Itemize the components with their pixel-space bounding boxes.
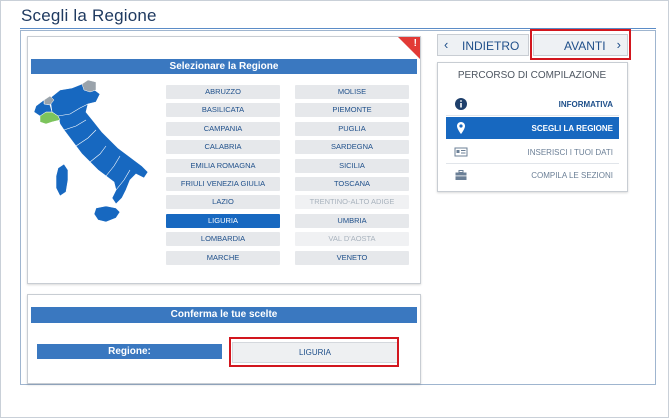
region-button-piemonte[interactable]: PIEMONTE bbox=[295, 103, 409, 118]
steps-title: PERCORSO DI COMPILAZIONE bbox=[457, 70, 607, 81]
map-region-sicilia bbox=[93, 205, 121, 223]
region-button-emilia-romagna[interactable]: EMILIA ROMAGNA bbox=[166, 158, 280, 173]
region-button-lazio[interactable]: LAZIO bbox=[166, 195, 280, 210]
step-compila-sezioni[interactable]: COMPILA LE SEZIONI bbox=[446, 164, 619, 186]
region-button-val-d-aosta: VAL D'AOSTA bbox=[295, 232, 409, 247]
region-button-umbria[interactable]: UMBRIA bbox=[295, 213, 409, 228]
map-pin-icon bbox=[457, 122, 465, 134]
region-panel-header: Selezionare la Regione bbox=[31, 59, 417, 74]
back-button[interactable]: ‹ INDIETRO bbox=[437, 34, 529, 56]
region-button-marche[interactable]: MARCHE bbox=[166, 250, 280, 265]
map-region-trentino bbox=[81, 79, 97, 93]
warning-icon: ! bbox=[413, 38, 417, 49]
briefcase-icon bbox=[455, 170, 467, 180]
region-label: Regione: bbox=[37, 344, 222, 359]
italy-map-svg bbox=[33, 79, 149, 223]
step-inserisci-dati[interactable]: INSERISCI I TUOI DATI bbox=[446, 141, 619, 163]
region-button-abruzzo[interactable]: ABRUZZO bbox=[166, 85, 280, 99]
step-label: INSERISCI I TUOI DATI bbox=[527, 148, 614, 157]
step-informativa[interactable]: INFORMATIVA bbox=[446, 93, 619, 115]
step-label: COMPILA LE SEZIONI bbox=[531, 171, 613, 180]
page-title: Scegli la Regione bbox=[21, 6, 157, 25]
highlight-region-value bbox=[229, 337, 399, 367]
region-button-basilicata[interactable]: BASILICATA bbox=[166, 103, 280, 118]
info-icon bbox=[455, 98, 467, 110]
region-button-puglia[interactable]: PUGLIA bbox=[295, 121, 409, 136]
step-divider bbox=[446, 115, 619, 116]
step-label: SCEGLI LA REGIONE bbox=[531, 124, 614, 133]
region-button-sardegna[interactable]: SARDEGNA bbox=[295, 140, 409, 155]
region-button-molise[interactable]: MOLISE bbox=[295, 85, 409, 99]
region-button-lombardia[interactable]: LOMBARDIA bbox=[166, 232, 280, 247]
italy-map[interactable] bbox=[30, 79, 155, 230]
region-button-liguria[interactable]: LIGURIA bbox=[166, 213, 280, 228]
step-label: INFORMATIVA bbox=[558, 100, 613, 109]
region-button-sicilia[interactable]: SICILIA bbox=[295, 158, 409, 173]
id-card-icon bbox=[454, 147, 468, 157]
confirm-panel-header: Conferma le tue scelte bbox=[31, 307, 417, 323]
region-button-campania[interactable]: CAMPANIA bbox=[166, 121, 280, 136]
region-button-veneto[interactable]: VENETO bbox=[295, 250, 409, 265]
region-button-toscana[interactable]: TOSCANA bbox=[295, 177, 409, 191]
map-region-sardegna bbox=[55, 163, 69, 197]
region-button-trentino-alto-adige: TRENTINO-ALTO ADIGE bbox=[295, 195, 409, 210]
region-button-friuli-venezia-giulia[interactable]: FRIULI VENEZIA GIULIA bbox=[166, 177, 280, 191]
back-button-label: INDIETRO bbox=[462, 39, 520, 53]
chevron-left-icon: ‹ bbox=[444, 37, 449, 52]
step-scegli-regione[interactable]: SCEGLI LA REGIONE bbox=[446, 117, 619, 139]
highlight-next-button bbox=[530, 29, 631, 60]
region-button-calabria[interactable]: CALABRIA bbox=[166, 140, 280, 155]
